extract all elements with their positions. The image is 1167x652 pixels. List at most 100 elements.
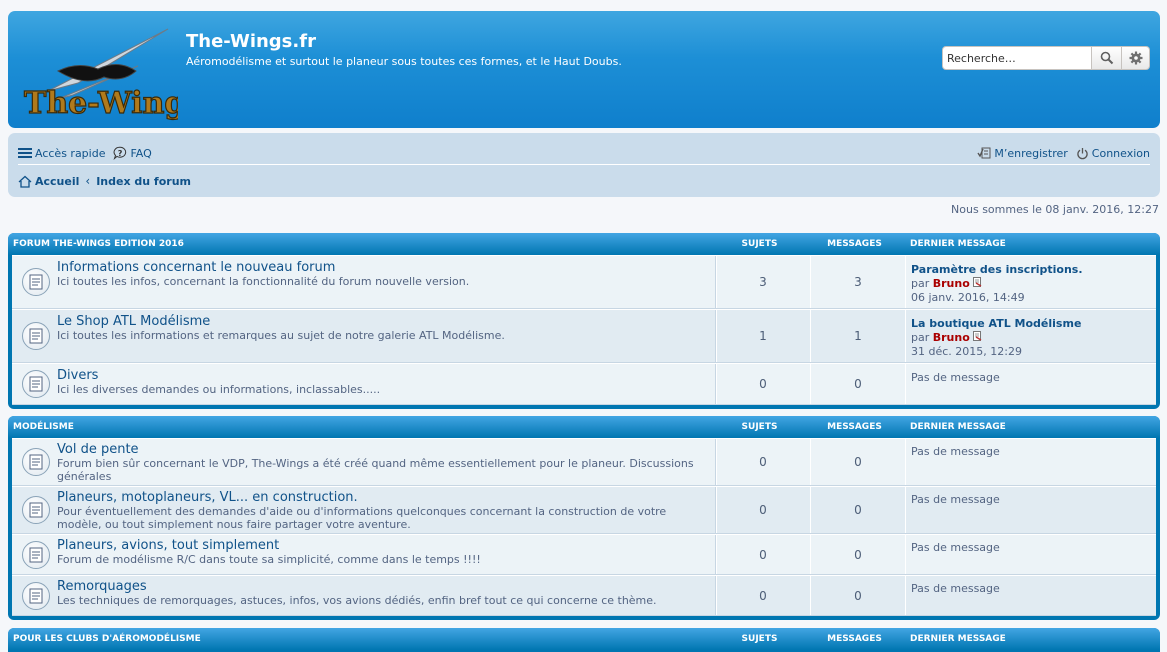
- forum-description: Ici toutes les infos, concernant la fonc…: [57, 275, 470, 288]
- forum-read-icon: [22, 496, 50, 524]
- forum-last-post: Paramètre des inscriptions. par Bruno 06…: [905, 256, 1156, 308]
- view-post-icon: [973, 277, 982, 287]
- forum-description: Les techniques de remorquages, astuces, …: [57, 594, 657, 607]
- search-input[interactable]: [942, 46, 1092, 70]
- forum-last-post: Pas de message: [905, 364, 1156, 404]
- forum-title[interactable]: Divers: [57, 368, 709, 383]
- breadcrumb: Accueil ‹ Index du forum: [18, 171, 191, 191]
- forum-last-post: Pas de message: [905, 487, 1156, 533]
- forum-read-icon: [22, 581, 50, 610]
- view-post-icon: [973, 331, 982, 341]
- forum-row: Planeurs, motoplaneurs, VL... en constru…: [12, 486, 1156, 534]
- logo-text: The-Wings: [24, 86, 178, 121]
- category-block: POUR LES CLUBS D'AÉROMODÉLISME Sujets Me…: [8, 628, 1160, 652]
- col-posts: Messages: [827, 422, 882, 432]
- forum-posts-count: 0: [810, 576, 905, 615]
- menu-icon: [18, 148, 32, 158]
- forum-row: Vol de pente Forum bien sûr concernant l…: [12, 438, 1156, 486]
- forum-last-post: Pas de message: [905, 576, 1156, 615]
- last-post-title[interactable]: Paramètre des inscriptions.: [911, 263, 1151, 277]
- forum-row: Le Shop ATL Modélisme Ici toutes les inf…: [12, 309, 1156, 363]
- category-header: POUR LES CLUBS D'AÉROMODÉLISME Sujets Me…: [8, 628, 1160, 650]
- forum-description: Forum de modélisme R/C dans toute sa sim…: [57, 553, 481, 566]
- question-icon: ?: [113, 146, 127, 160]
- advanced-search-button[interactable]: [1122, 46, 1150, 70]
- forum-row: Remorquages Les techniques de remorquage…: [12, 575, 1156, 616]
- breadcrumb-index[interactable]: Index du forum: [96, 175, 191, 188]
- forum-title[interactable]: Vol de pente: [57, 442, 709, 457]
- category-title[interactable]: FORUM THE-WINGS EDITION 2016: [12, 239, 712, 249]
- forum-read-icon: [22, 268, 50, 296]
- register-label: M’enregistrer: [994, 146, 1068, 160]
- forum-posts-count: 3: [810, 256, 905, 308]
- last-post-author[interactable]: Bruno: [933, 277, 970, 290]
- breadcrumb-separator: ‹: [85, 174, 91, 188]
- forum-topics-count: 0: [715, 439, 810, 485]
- category-title[interactable]: POUR LES CLUBS D'AÉROMODÉLISME: [12, 634, 712, 644]
- forum-title[interactable]: Informations concernant le nouveau forum: [57, 260, 709, 275]
- login-link[interactable]: Connexion: [1076, 147, 1150, 160]
- home-icon: [18, 175, 32, 188]
- forum-topics-count: 0: [715, 576, 810, 615]
- forum-row: Divers Ici les diverses demandes ou info…: [12, 363, 1156, 405]
- last-post-by: par: [911, 331, 930, 344]
- navbar: Accès rapide ? FAQ M’enregistrer Connexi…: [8, 133, 1160, 197]
- category-header: MODÉLISME Sujets Messages Dernier messag…: [8, 416, 1160, 438]
- forum-description: Forum bien sûr concernant le VDP, The-Wi…: [57, 457, 694, 483]
- site-title[interactable]: The-Wings.fr: [186, 31, 316, 52]
- forum-description: Pour éventuellement des demandes d'aide …: [57, 505, 667, 531]
- last-post-title[interactable]: La boutique ATL Modélisme: [911, 317, 1151, 331]
- forum-title[interactable]: Remorquages: [57, 579, 709, 594]
- no-post-label: Pas de message: [911, 541, 1000, 554]
- col-topics: Sujets: [741, 422, 778, 432]
- forum-last-post: Pas de message: [905, 439, 1156, 485]
- last-post-date: 06 janv. 2016, 14:49: [911, 291, 1025, 304]
- last-post-date: 31 déc. 2015, 12:29: [911, 345, 1022, 358]
- no-post-label: Pas de message: [911, 445, 1000, 458]
- forum-read-icon: [22, 322, 50, 350]
- col-topics: Sujets: [741, 634, 778, 644]
- site-description: Aéromodélisme et surtout le planeur sous…: [186, 55, 622, 68]
- category-header: FORUM THE-WINGS EDITION 2016 Sujets Mess…: [8, 233, 1160, 255]
- forum-row: Informations concernant le nouveau forum…: [12, 255, 1156, 309]
- forum-title[interactable]: Le Shop ATL Modélisme: [57, 314, 709, 329]
- forum-topics-count: 0: [715, 535, 810, 574]
- forum-row: Planeurs, avions, tout simplement Forum …: [12, 534, 1156, 575]
- site-logo[interactable]: The-Wings: [18, 21, 203, 122]
- forum-last-post: Pas de message: [905, 535, 1156, 574]
- col-last-post: Dernier message: [910, 239, 1006, 249]
- last-post-author[interactable]: Bruno: [933, 331, 970, 344]
- register-link[interactable]: M’enregistrer: [977, 146, 1068, 160]
- register-icon: [977, 147, 991, 159]
- col-last-post: Dernier message: [910, 634, 1006, 644]
- forum-title[interactable]: Planeurs, avions, tout simplement: [57, 538, 709, 553]
- forum-read-icon: [22, 540, 50, 569]
- forum-title[interactable]: Planeurs, motoplaneurs, VL... en constru…: [57, 490, 709, 505]
- no-post-label: Pas de message: [911, 493, 1000, 506]
- forum-read-icon: [22, 370, 50, 398]
- forum-last-post: La boutique ATL Modélisme par Bruno 31 d…: [905, 310, 1156, 362]
- site-header: The-Wings The-Wings.fr Aéromodélisme et …: [8, 11, 1160, 128]
- forum-description: Ici toutes les informations et remarques…: [57, 329, 505, 342]
- quick-access-link[interactable]: Accès rapide: [18, 147, 105, 160]
- faq-link[interactable]: ? FAQ: [113, 146, 152, 160]
- breadcrumb-home[interactable]: Accueil: [18, 175, 79, 188]
- category-block: FORUM THE-WINGS EDITION 2016 Sujets Mess…: [8, 233, 1160, 409]
- breadcrumb-index-label: Index du forum: [96, 174, 191, 188]
- no-post-label: Pas de message: [911, 371, 1000, 384]
- faq-label: FAQ: [130, 146, 152, 160]
- nav-divider: [18, 164, 1150, 165]
- current-datetime: Nous sommes le 08 janv. 2016, 12:27: [951, 203, 1159, 216]
- forum-topics-count: 1: [715, 310, 810, 362]
- search-button[interactable]: [1092, 46, 1122, 70]
- forum-description: Ici les diverses demandes ou information…: [57, 383, 381, 396]
- last-post-by: par: [911, 277, 930, 290]
- forum-topics-count: 0: [715, 487, 810, 533]
- category-title[interactable]: MODÉLISME: [12, 422, 712, 432]
- gear-icon: [1129, 51, 1142, 65]
- forum-posts-count: 1: [810, 310, 905, 362]
- col-posts: Messages: [827, 634, 882, 644]
- col-topics: Sujets: [741, 239, 778, 249]
- login-label: Connexion: [1091, 146, 1150, 160]
- col-posts: Messages: [827, 239, 882, 249]
